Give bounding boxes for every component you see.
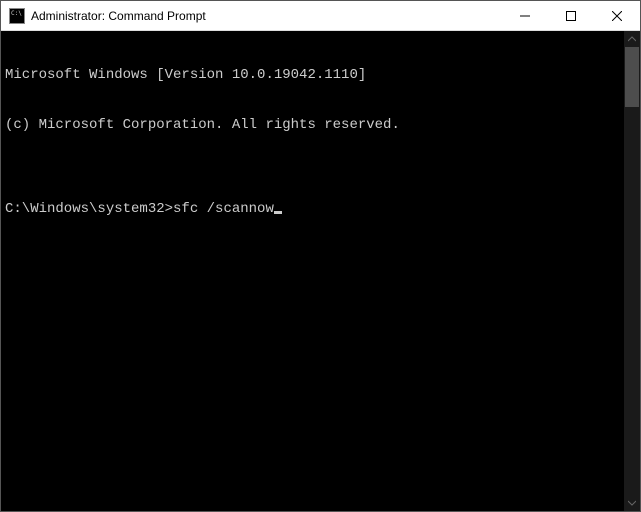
- prompt-line: C:\Windows\system32>sfc /scannow: [5, 201, 620, 218]
- minimize-button[interactable]: [502, 1, 548, 30]
- copyright-line: (c) Microsoft Corporation. All rights re…: [5, 117, 620, 134]
- typed-command: sfc /scannow: [173, 201, 274, 218]
- cursor: [274, 211, 282, 214]
- scrollbar[interactable]: [624, 31, 640, 511]
- version-line: Microsoft Windows [Version 10.0.19042.11…: [5, 67, 620, 84]
- window-title: Administrator: Command Prompt: [31, 9, 502, 23]
- titlebar[interactable]: Administrator: Command Prompt: [1, 1, 640, 31]
- scroll-up-button[interactable]: [624, 31, 640, 47]
- terminal-output[interactable]: Microsoft Windows [Version 10.0.19042.11…: [1, 31, 624, 511]
- terminal-wrap: Microsoft Windows [Version 10.0.19042.11…: [1, 31, 640, 511]
- close-button[interactable]: [594, 1, 640, 30]
- prompt-path: C:\Windows\system32>: [5, 201, 173, 218]
- scroll-down-button[interactable]: [624, 495, 640, 511]
- maximize-icon: [566, 11, 576, 21]
- minimize-icon: [520, 11, 530, 21]
- command-prompt-window: Administrator: Command Prompt Microsoft …: [0, 0, 641, 512]
- scroll-thumb[interactable]: [625, 47, 639, 107]
- close-icon: [612, 11, 622, 21]
- maximize-button[interactable]: [548, 1, 594, 30]
- chevron-down-icon: [628, 499, 636, 507]
- window-controls: [502, 1, 640, 30]
- chevron-up-icon: [628, 35, 636, 43]
- cmd-icon: [9, 8, 25, 24]
